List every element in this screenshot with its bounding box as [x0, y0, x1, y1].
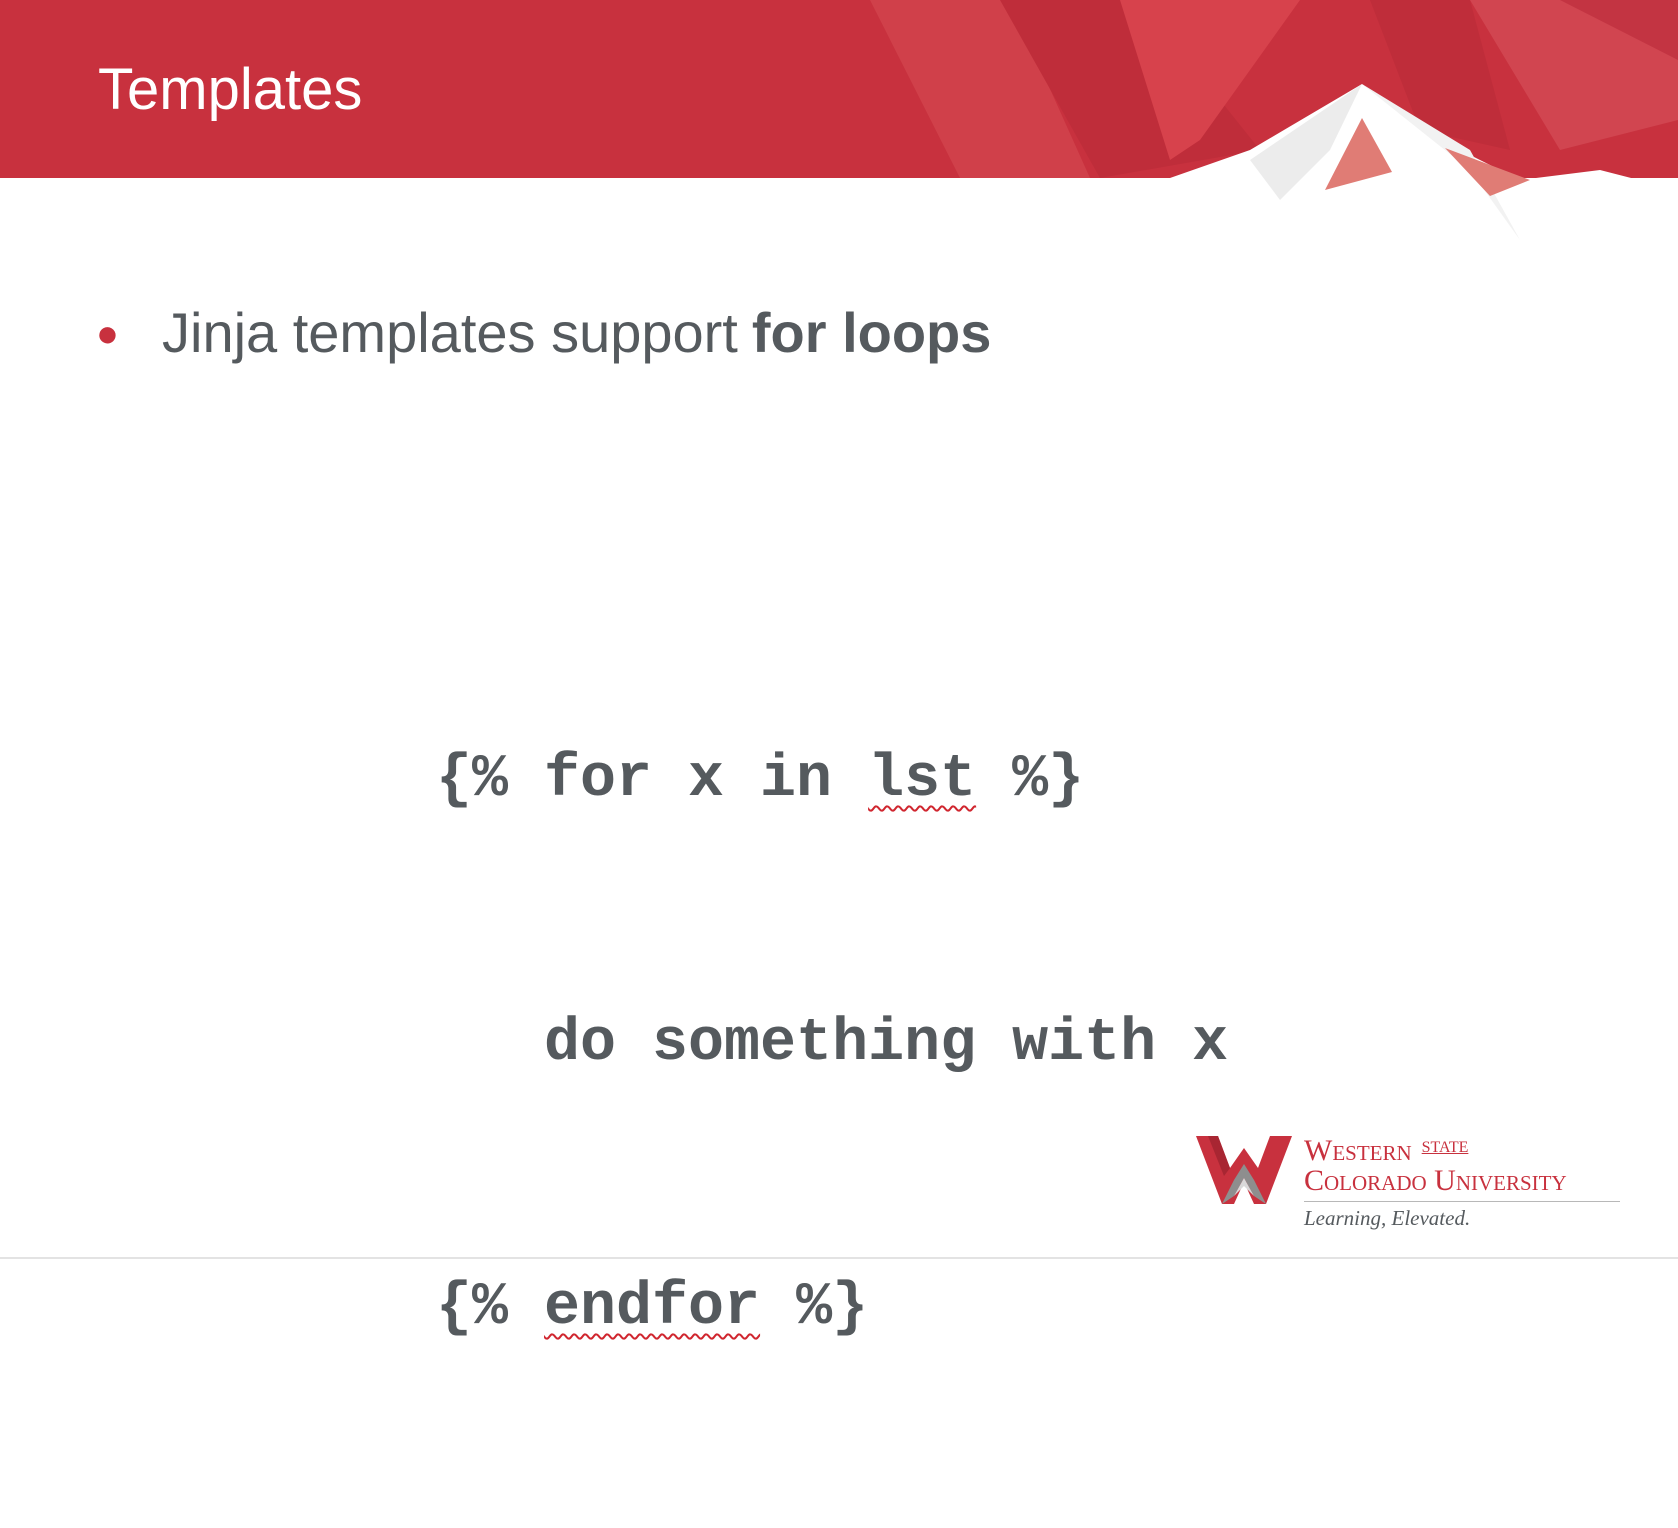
footer-divider — [0, 1257, 1678, 1259]
code-text: %} — [760, 1274, 869, 1342]
code-text: {% — [436, 1274, 545, 1342]
bullet-list: ● Jinja templates support for loops — [96, 300, 991, 365]
bullet-bold-text: for loops — [751, 301, 992, 364]
bullet-dot-icon: ● — [96, 313, 119, 355]
logo-name-line-2: Colorado University — [1304, 1164, 1567, 1197]
logo-divider — [1304, 1201, 1620, 1202]
code-text: do something with x — [436, 1010, 1229, 1078]
slide: Templates ● Jinja templates support for … — [0, 0, 1678, 1342]
slide-title: Templates — [98, 57, 363, 122]
header-mountain-banner — [0, 0, 1678, 260]
bullet-text: Jinja templates support — [162, 301, 738, 364]
university-logo: Western STATE Colorado University Learnin… — [1196, 1134, 1626, 1234]
logo-name-state: STATE — [1421, 1139, 1469, 1156]
logo-tagline: Learning, Elevated. — [1304, 1206, 1471, 1230]
code-text: %} — [976, 746, 1085, 814]
misspelled-word: lst — [868, 746, 977, 814]
logo-name-western: Western — [1304, 1134, 1412, 1167]
code-line-2: do something with x — [436, 1000, 1228, 1088]
code-text: {% for x in — [436, 746, 869, 814]
misspelled-word: endfor — [544, 1274, 761, 1342]
list-item: ● Jinja templates support for loops — [96, 300, 991, 365]
logo-name-line-1: Western STATE — [1304, 1134, 1468, 1168]
code-block: {% for x in lst %} do something with x {… — [436, 560, 1228, 1528]
w-mountain-logo-icon — [1196, 1136, 1292, 1204]
code-line-3: {% endfor %} — [436, 1264, 1228, 1352]
code-line-1: {% for x in lst %} — [436, 736, 1228, 824]
